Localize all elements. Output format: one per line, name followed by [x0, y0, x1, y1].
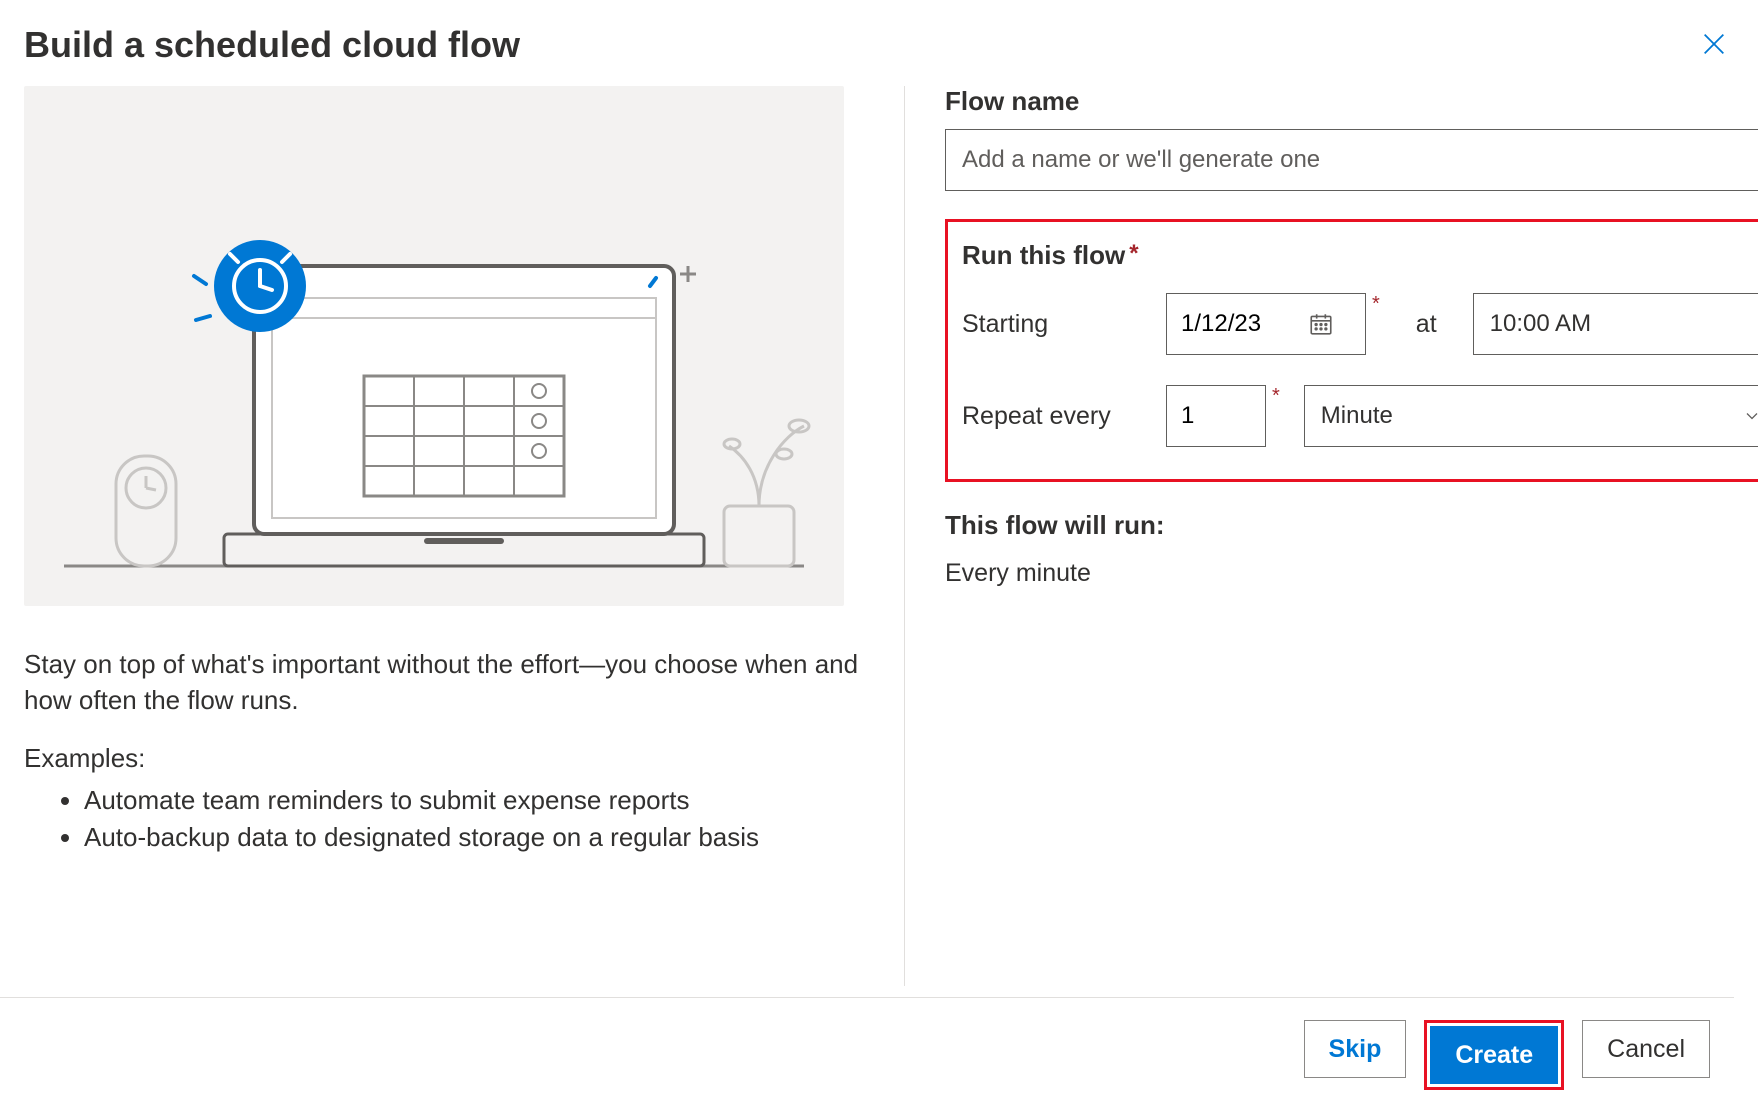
- calendar-icon[interactable]: [1307, 310, 1335, 338]
- summary-value: Every minute: [945, 559, 1758, 588]
- scheduled-flow-dialog: Build a scheduled cloud flow: [0, 0, 1758, 1114]
- flow-name-section: Flow name: [945, 86, 1758, 191]
- create-button[interactable]: Create: [1430, 1026, 1558, 1084]
- repeat-label: Repeat every: [962, 402, 1142, 431]
- required-star: *: [1272, 385, 1280, 408]
- start-time-value: 10:00 AM: [1490, 310, 1591, 338]
- start-date-field[interactable]: [1166, 293, 1366, 355]
- example-item: Automate team reminders to submit expens…: [84, 782, 864, 820]
- close-button[interactable]: [1694, 24, 1734, 64]
- dialog-content: Stay on top of what's important without …: [24, 86, 1734, 986]
- starting-row: Starting: [962, 293, 1758, 355]
- flow-name-input[interactable]: [945, 129, 1758, 191]
- required-star: *: [1129, 240, 1138, 267]
- repeat-row: Repeat every * Minute *: [962, 385, 1758, 447]
- example-item: Auto-backup data to designated storage o…: [84, 819, 864, 857]
- repeat-unit-dropdown[interactable]: Minute: [1304, 385, 1758, 447]
- summary-section: This flow will run: Every minute: [945, 510, 1758, 588]
- scheduled-flow-illustration: [24, 86, 844, 606]
- skip-button[interactable]: Skip: [1304, 1020, 1407, 1078]
- close-icon: [1700, 30, 1728, 58]
- summary-label: This flow will run:: [945, 510, 1758, 541]
- chevron-down-icon: [1742, 406, 1758, 426]
- left-column: Stay on top of what's important without …: [24, 86, 864, 986]
- starting-label: Starting: [962, 310, 1142, 339]
- flow-name-label: Flow name: [945, 86, 1758, 117]
- repeat-value-input[interactable]: [1166, 385, 1266, 447]
- start-date-input[interactable]: [1167, 294, 1307, 354]
- right-column: Flow name Run this flow* Starting: [904, 86, 1758, 986]
- start-date-group: *: [1166, 293, 1380, 355]
- create-button-highlight: Create: [1424, 1020, 1564, 1090]
- dialog-footer: Skip Create Cancel: [0, 997, 1734, 1090]
- description-text: Stay on top of what's important without …: [24, 646, 864, 719]
- examples-label: Examples:: [24, 743, 864, 774]
- cancel-button[interactable]: Cancel: [1582, 1020, 1710, 1078]
- required-star: *: [1372, 293, 1380, 316]
- run-this-flow-label-text: Run this flow: [962, 240, 1125, 270]
- start-time-dropdown[interactable]: 10:00 AM: [1473, 293, 1758, 355]
- dialog-header: Build a scheduled cloud flow: [24, 24, 1734, 86]
- repeat-unit-value: Minute: [1321, 402, 1393, 430]
- run-this-flow-section: Run this flow* Starting: [945, 219, 1758, 482]
- at-label: at: [1416, 310, 1437, 339]
- dialog-title: Build a scheduled cloud flow: [24, 24, 520, 66]
- examples-list: Automate team reminders to submit expens…: [24, 782, 864, 857]
- run-this-flow-label: Run this flow*: [962, 240, 1139, 271]
